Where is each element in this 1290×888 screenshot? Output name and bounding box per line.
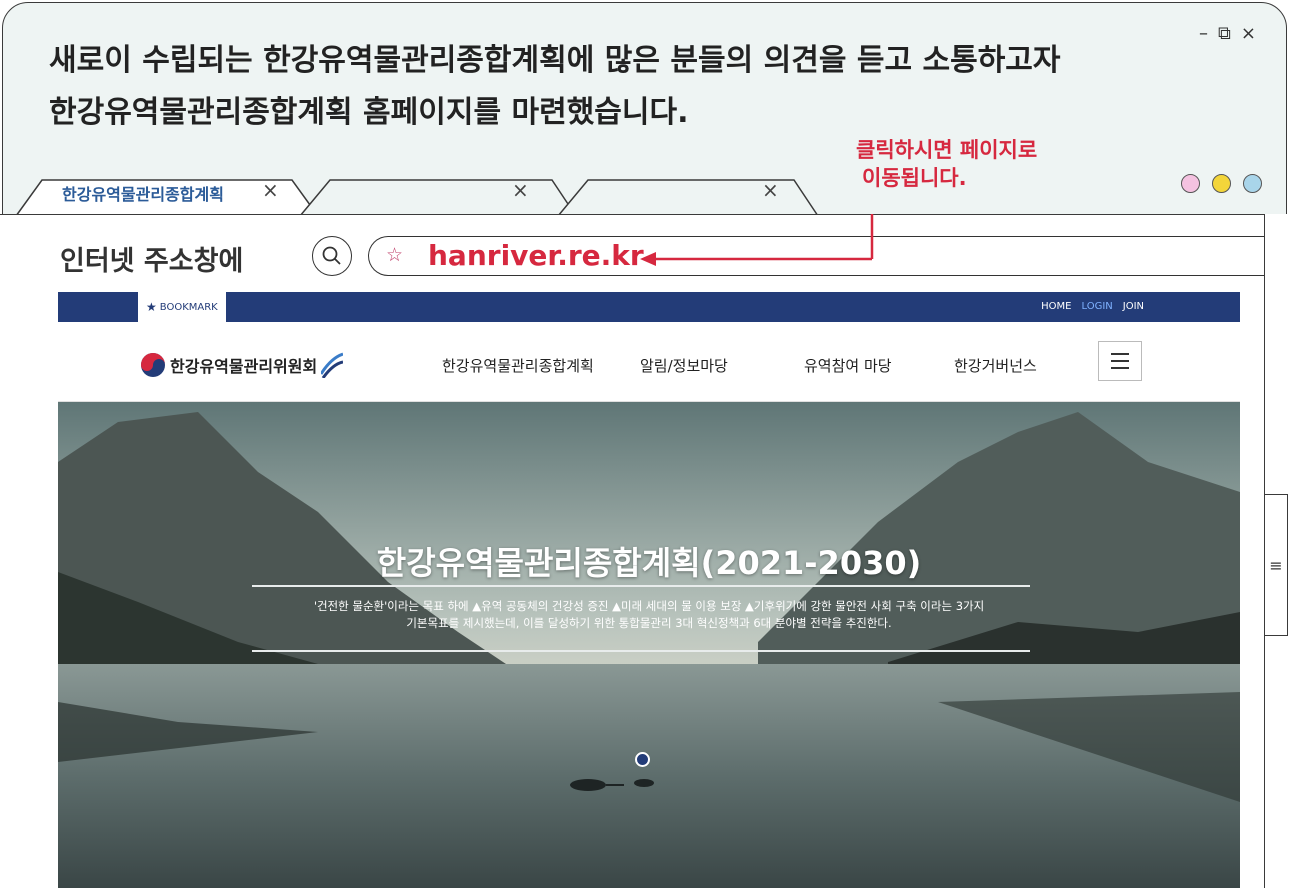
- hero-title: 한강유역물관리종합계획(2021-2030): [376, 544, 922, 582]
- taegeuk-logo-icon: [141, 353, 165, 377]
- menu-notice[interactable]: 알림/정보마당: [640, 355, 728, 376]
- menu-plan[interactable]: 한강유역물관리종합계획: [442, 355, 594, 376]
- website-preview: ★ BOOKMARK HOME LOGIN JOIN 한강유역물관리위원회 한강…: [58, 292, 1240, 888]
- bookmark-label: BOOKMARK: [159, 301, 218, 313]
- logo-wave-icon: [321, 352, 344, 378]
- logo-text: 한강유역물관리위원회: [170, 357, 318, 376]
- callout-arrow: [640, 214, 874, 266]
- hamburger-menu-icon[interactable]: [1098, 341, 1142, 381]
- slider-indicator-dot[interactable]: [635, 752, 650, 767]
- hero-desc-line-2: 기본목표를 제시했는데, 이를 달성하기 위한 통합물관리 3대 혁신정책과 6…: [406, 616, 892, 630]
- site-top-links: HOME LOGIN JOIN: [1041, 301, 1144, 312]
- hero-divider-top: [252, 585, 1030, 587]
- menu-governance[interactable]: 한강거버넌스: [954, 355, 1037, 376]
- bookmark-star-icon: ★: [146, 300, 157, 314]
- site-nav: 한강유역물관리위원회 한강유역물관리종합계획 알림/정보마당 유역참여 마당 한…: [58, 322, 1240, 402]
- home-link[interactable]: HOME: [1041, 301, 1071, 312]
- site-logo[interactable]: 한강유역물관리위원회: [140, 352, 344, 378]
- login-link[interactable]: LOGIN: [1081, 301, 1112, 312]
- lake-mountain-image: [58, 402, 1240, 888]
- bookmark-button[interactable]: ★ BOOKMARK: [138, 292, 226, 322]
- hero-desc-line-1: '건전한 물순환'이라는 목표 하에 ▲유역 공동체의 건강성 증진 ▲미래 세…: [313, 599, 985, 613]
- hero-description: '건전한 물순환'이라는 목표 하에 ▲유역 공동체의 건강성 증진 ▲미래 세…: [58, 598, 1240, 632]
- join-link[interactable]: JOIN: [1123, 301, 1144, 312]
- hero-banner: 한강유역물관리종합계획(2021-2030) '건전한 물순환'이라는 목표 하…: [58, 402, 1240, 888]
- site-topbar: ★ BOOKMARK HOME LOGIN JOIN: [58, 292, 1240, 322]
- hero-divider-bottom: [252, 650, 1030, 652]
- menu-participation[interactable]: 유역참여 마당: [804, 355, 892, 376]
- scrollbar-thumb[interactable]: ≡: [1264, 494, 1288, 636]
